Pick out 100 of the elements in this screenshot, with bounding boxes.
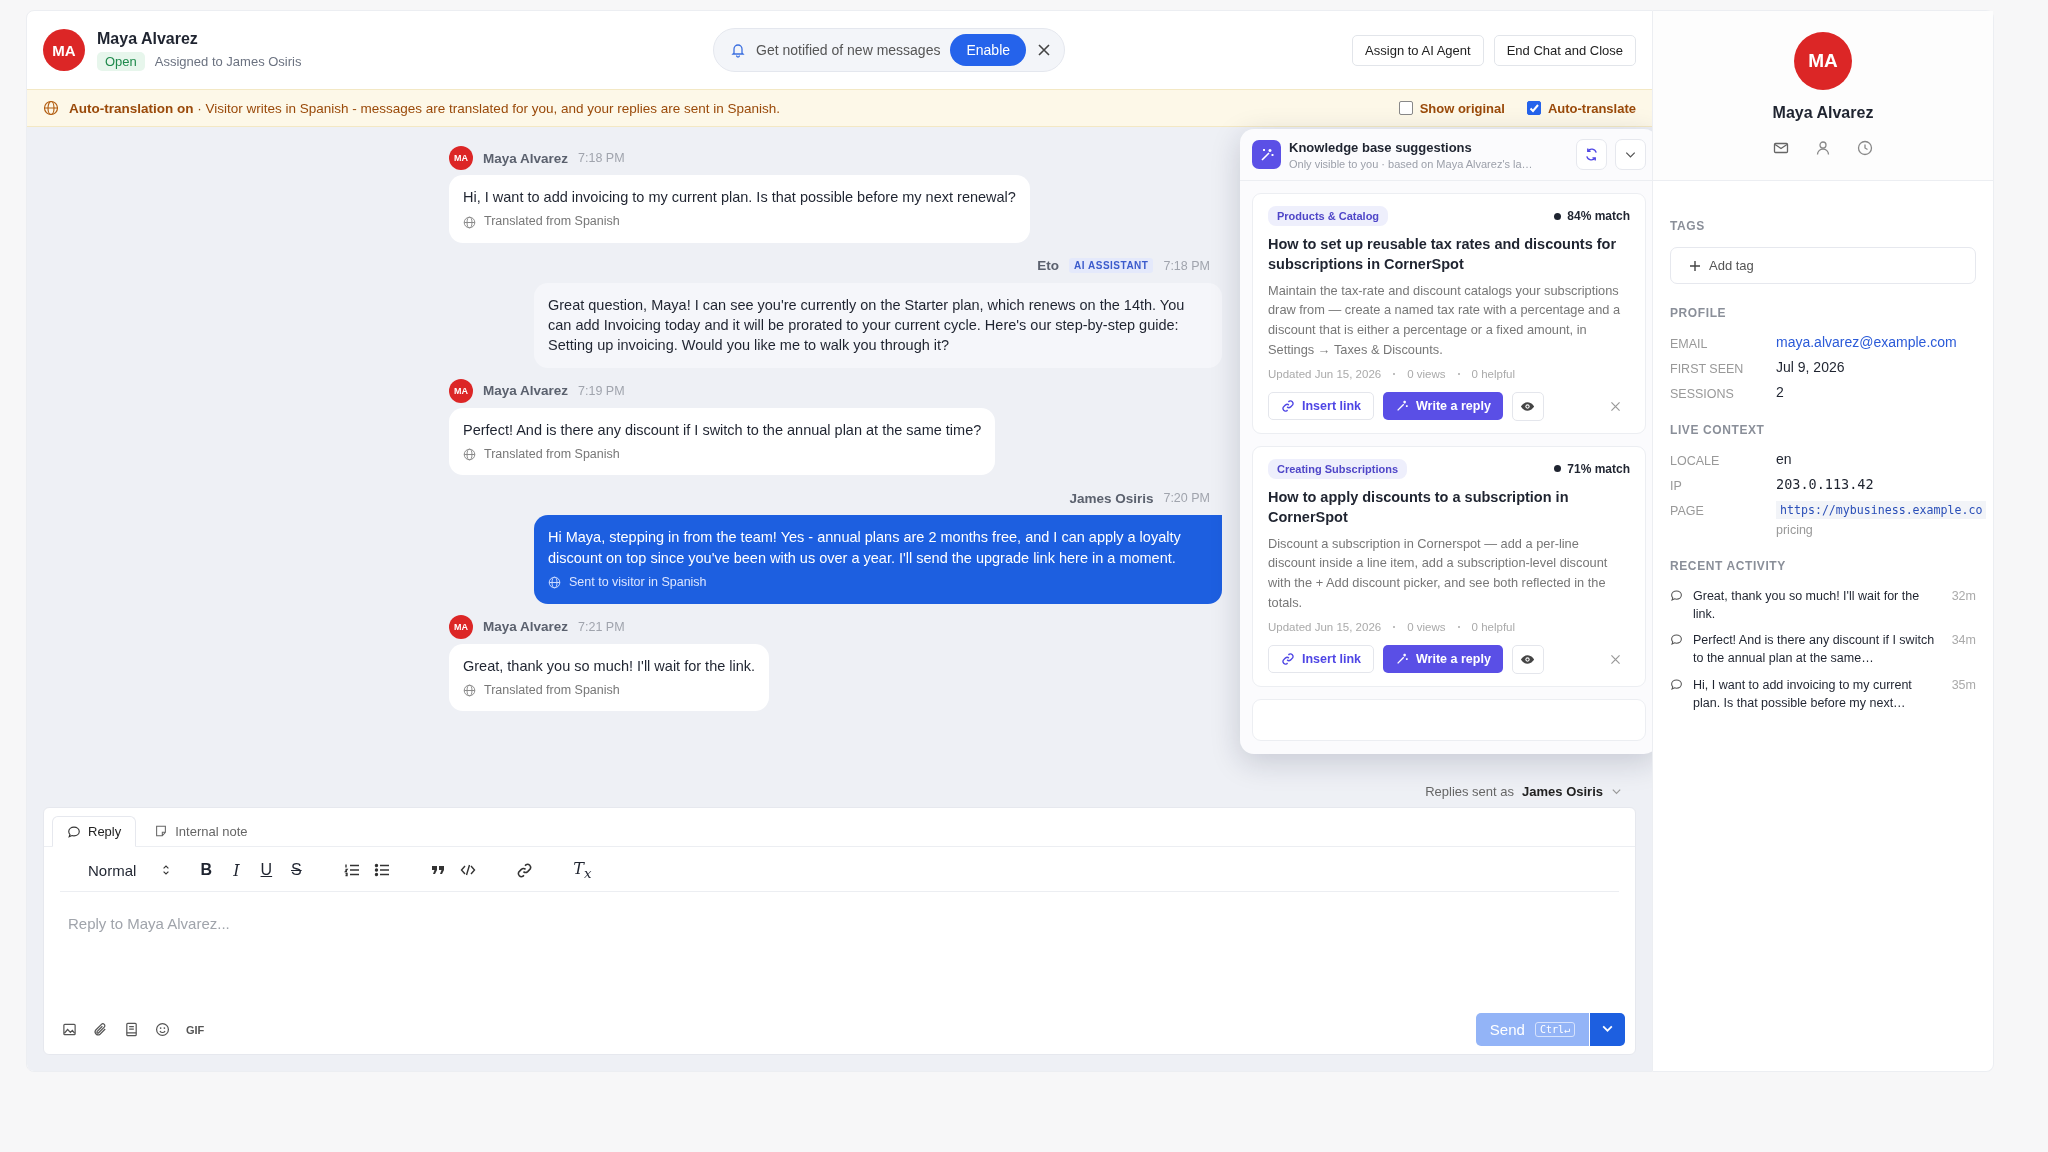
chat-bubble-icon <box>1670 589 1683 602</box>
preview-button[interactable] <box>1511 391 1544 421</box>
image-icon[interactable] <box>62 1022 77 1037</box>
sort-arrows-icon[interactable] <box>162 864 171 877</box>
dismiss-icon[interactable] <box>1609 652 1622 666</box>
activity-time: 34m <box>1951 632 1976 650</box>
book-icon[interactable] <box>124 1022 139 1037</box>
panel-subtitle: Only visible to you · based on Maya Alvarez's la… <box>1289 157 1534 170</box>
format-toggle[interactable]: U <box>258 861 275 880</box>
contact-avatar: MA <box>1794 32 1852 90</box>
bell-icon <box>730 42 746 58</box>
globe-icon <box>548 576 561 590</box>
activity-item[interactable]: Hi, I want to add invoicing to my current plan. Is that possible before my next… <box>1693 675 1942 712</box>
activity-item[interactable]: Perfect! And is there any discount if I switch to the annual plan at the same… <box>1693 631 1942 668</box>
translation-note: Translated from Spanish <box>484 446 620 463</box>
emoji-icon[interactable] <box>155 1022 170 1037</box>
field-label: EMAIL <box>1670 336 1709 351</box>
format-toggle[interactable]: I <box>228 860 245 880</box>
insert-link-button[interactable]: Insert link <box>1268 645 1375 674</box>
field-label: PAGE <box>1670 503 1705 520</box>
translation-note: Translated from Spanish <box>484 213 620 231</box>
replies-sent-as-label: Replies sent as <box>1425 784 1515 799</box>
sender-name: Maya Alvarez <box>483 150 569 166</box>
enable-button[interactable]: Enable <box>950 34 1027 66</box>
header-action-button[interactable]: Assign to AI Agent <box>1352 34 1484 66</box>
close-icon[interactable] <box>1036 42 1053 58</box>
insert-link-button[interactable]: Insert link <box>1268 392 1375 421</box>
field-value: Jul 9, 2026 <box>1776 359 1845 375</box>
composer-tab[interactable]: Reply <box>52 816 137 847</box>
reply-sender-selector[interactable]: James Osiris <box>1522 784 1603 799</box>
article-meta: 0 views <box>1407 367 1446 380</box>
section-heading: LIVE CONTEXT <box>1670 423 1766 437</box>
article-meta: Updated Jun 15, 2026 <box>1268 620 1382 633</box>
contact-name: Maya Alvarez <box>97 29 199 48</box>
user-icon[interactable] <box>1815 140 1831 156</box>
add-tag-button[interactable]: Add tag <box>1670 247 1976 284</box>
chat-bubble-icon[interactable] <box>67 824 81 839</box>
page-url: https://mybusiness.example.co <box>1776 501 1987 519</box>
preview-button[interactable] <box>1511 644 1544 674</box>
magic-wand-icon <box>1252 140 1281 169</box>
translation-banner-text: Auto-translation on · Visitor writes in Spanish - messages are translated for you, and your replies are sent in Spanish. <box>69 100 781 116</box>
link-icon[interactable] <box>1281 652 1295 667</box>
format-toggle[interactable]: B <box>198 861 215 880</box>
message-time: 7:18 PM <box>578 151 625 165</box>
field-value: 203.0.113.42 <box>1776 476 1874 492</box>
globe-icon <box>463 215 476 229</box>
plus-icon[interactable] <box>1689 259 1701 272</box>
link-icon[interactable] <box>516 861 534 879</box>
email-link[interactable]: maya.alvarez@example.com <box>1776 334 1957 350</box>
gif-button[interactable]: GIF <box>186 1023 205 1036</box>
composer-tab[interactable]: Internal note <box>140 816 262 846</box>
translation-option[interactable]: Show original <box>1398 100 1505 116</box>
activity-time: 35m <box>1951 676 1976 694</box>
sender-name: Maya Alvarez <box>483 619 569 635</box>
panel-title: Knowledge base suggestions <box>1289 139 1473 155</box>
ai-assistant-badge: AI ASSISTANT <box>1069 258 1154 274</box>
message-time: 7:19 PM <box>578 383 625 398</box>
globe-icon <box>463 448 476 462</box>
activity-time: 32m <box>1951 588 1976 605</box>
message-text: Great question, Maya! I can see you're currently on the Starter plan, which renews on the 14th. You can add Invoicing today and it will be prorated to your current cycle. Here's our step-by-step guide: Setting up invoicing. Would you like me to walk you through it? <box>548 295 1186 356</box>
checkbox[interactable] <box>1398 101 1413 115</box>
sender-name: James Osiris <box>1069 491 1154 506</box>
category-tag: Products & Catalog <box>1268 206 1389 226</box>
sender-avatar: MA <box>449 146 473 170</box>
write-reply-button[interactable]: Write a reply <box>1383 392 1503 421</box>
header-action-button[interactable]: End Chat and Close <box>1493 34 1636 66</box>
article-title: How to set up reusable tax rates and discounts for subscriptions in CornerSpot <box>1268 235 1618 275</box>
paperclip-icon[interactable] <box>93 1022 108 1037</box>
refresh-icon[interactable] <box>1584 147 1599 162</box>
translation-option[interactable]: Auto-translate <box>1526 100 1636 116</box>
contact-avatar: MA <box>43 29 85 71</box>
article-meta: 0 helpful <box>1471 620 1516 633</box>
field-value: 2 <box>1776 384 1784 400</box>
bullet-list-icon[interactable] <box>374 862 391 879</box>
write-reply-button[interactable]: Write a reply <box>1383 645 1503 674</box>
article-summary: Discount a subscription in Cornerspot — add a per-line discount inside a line item, add a subscription-level discount with the + Add discount picker, and see both reflected in the totals. <box>1268 534 1609 612</box>
notify-text: Get notified of new messages <box>756 42 941 58</box>
field-label: IP <box>1670 478 1683 493</box>
format-toggle[interactable]: S <box>288 861 305 880</box>
note-icon[interactable] <box>154 824 169 838</box>
globe-icon <box>43 100 59 116</box>
clear-format-button[interactable]: T$_{x}$ <box>573 859 592 882</box>
activity-item[interactable]: Great, thank you so much! I'll wait for the link. <box>1693 587 1942 624</box>
numbered-list-icon[interactable] <box>344 862 361 879</box>
refresh-button[interactable] <box>1576 139 1607 170</box>
clock-icon[interactable] <box>1857 140 1873 156</box>
message-text: Hi, I want to add invoicing to my current plan. Is that possible before my next renewal? <box>463 188 1016 207</box>
category-tag: Creating Subscriptions <box>1268 458 1408 479</box>
article-meta: 0 views <box>1407 620 1446 633</box>
checkbox[interactable] <box>1526 101 1541 115</box>
field-label: LOCALE <box>1670 453 1721 468</box>
message-time: 7:18 PM <box>1163 258 1210 273</box>
send-options-button[interactable] <box>1590 1013 1625 1046</box>
format-select[interactable]: Normal <box>88 861 171 879</box>
message-time: 7:20 PM <box>1163 491 1210 506</box>
mail-icon[interactable] <box>1773 140 1789 156</box>
dismiss-icon[interactable] <box>1609 399 1622 413</box>
sender-name: Maya Alvarez <box>483 383 569 399</box>
delivery-note: Sent to visitor in Spanish <box>569 574 707 592</box>
link-icon[interactable] <box>1281 399 1295 414</box>
